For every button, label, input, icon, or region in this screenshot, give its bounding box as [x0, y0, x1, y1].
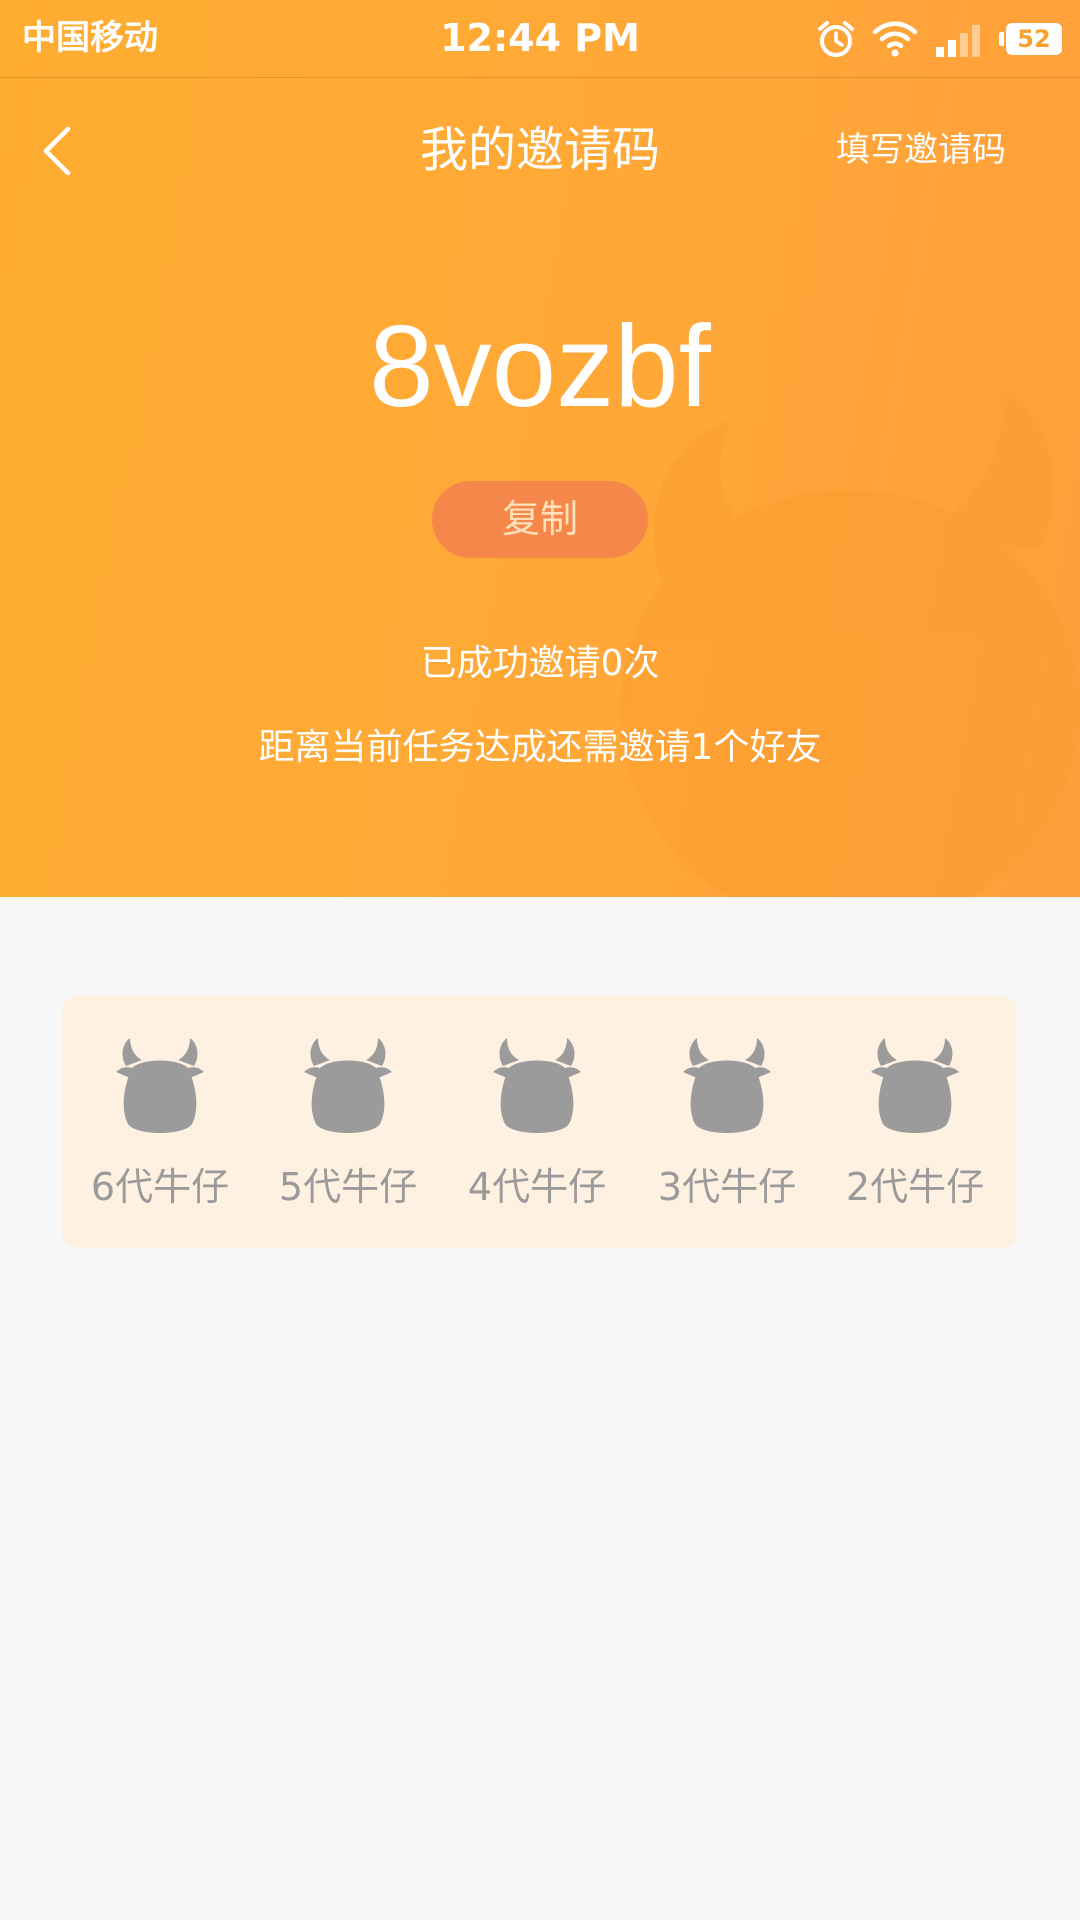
- cow-icon: [493, 1038, 581, 1133]
- signal-icon: [936, 25, 980, 57]
- invite-code-value: 8vozbf: [369, 301, 711, 431]
- generation-label: 6代牛仔: [90, 1165, 230, 1209]
- battery-icon: 52: [999, 23, 1062, 55]
- wifi-icon: [872, 21, 918, 57]
- invite-header: 中国移动 12:44 PM 52 我的邀请码 填写邀请码 8vozbf 复制 已…: [0, 0, 1080, 897]
- generation-label: 3代牛仔: [657, 1165, 797, 1209]
- generation-item: 2代牛仔: [827, 996, 1017, 1248]
- status-bar: 中国移动 12:44 PM 52: [0, 0, 1080, 78]
- generation-item: 6代牛仔: [72, 996, 262, 1248]
- generation-label: 4代牛仔: [467, 1165, 607, 1209]
- enter-invite-code-link[interactable]: 填写邀请码: [836, 126, 1006, 174]
- cow-icon: [871, 1038, 959, 1133]
- generation-item: 3代牛仔: [639, 996, 829, 1248]
- cow-icon: [683, 1038, 771, 1133]
- cow-icon: [116, 1038, 204, 1133]
- generations-card: 6代牛仔 5代牛仔 4代牛仔 3代牛仔 2代牛仔: [62, 996, 1017, 1248]
- alarm-icon: [818, 21, 854, 57]
- generation-item: 4代牛仔: [449, 996, 639, 1248]
- generation-label: 2代牛仔: [845, 1165, 985, 1209]
- cow-icon: [304, 1038, 392, 1133]
- invite-success-count: 已成功邀请0次: [420, 643, 660, 684]
- generation-item: 5代牛仔: [260, 996, 450, 1248]
- copy-button[interactable]: 复制: [432, 481, 648, 558]
- generation-label: 5代牛仔: [278, 1165, 418, 1209]
- invite-code-page: 中国移动 12:44 PM 52 我的邀请码 填写邀请码 8vozbf 复制 已…: [0, 0, 1080, 1920]
- invite-remaining-text: 距离当前任务达成还需邀请1个好友: [258, 727, 822, 768]
- status-icons: 52: [816, 18, 1062, 60]
